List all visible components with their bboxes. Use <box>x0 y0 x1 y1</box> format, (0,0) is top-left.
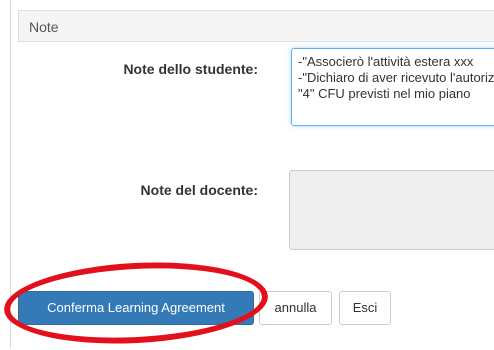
student-notes-line: -"Dichiaro di aver ricevuto l'autorizzaz… <box>298 70 494 85</box>
student-notes-line: -"Associerò l'attività estera xxx <box>298 54 474 69</box>
teacher-notes-label: Note del docente: <box>140 182 258 198</box>
teacher-notes-textarea <box>289 170 494 250</box>
student-notes-textarea[interactable]: -"Associerò l'attività estera xxx -"Dich… <box>291 48 494 126</box>
exit-button[interactable]: Esci <box>339 291 391 325</box>
left-border <box>10 0 11 349</box>
student-notes-label: Note dello studente: <box>123 61 258 77</box>
confirm-learning-agreement-button[interactable]: Conferma Learning Agreement <box>18 291 254 325</box>
cancel-button[interactable]: annulla <box>259 291 332 325</box>
section-header: Note <box>18 10 494 42</box>
section-title: Note <box>29 19 59 35</box>
student-notes-line: "4" CFU previsti nel mio piano <box>298 86 471 101</box>
